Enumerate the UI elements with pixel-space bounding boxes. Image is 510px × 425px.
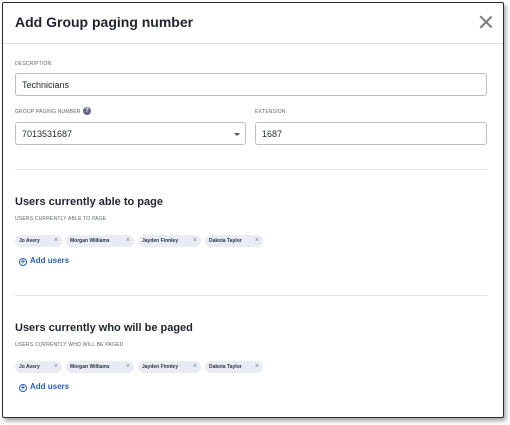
remove-user-icon[interactable]: ×	[193, 235, 197, 247]
extension-field[interactable]: 1687	[255, 122, 487, 145]
add-group-paging-dialog: Add Group paging number DESCRIPTION Tech…	[2, 2, 504, 418]
user-chip: Dakota Taylor ×	[205, 361, 263, 373]
plus-circle-icon: +	[19, 383, 27, 392]
group-paging-number-select[interactable]: 7013531687	[15, 122, 246, 145]
remove-user-icon[interactable]: ×	[54, 235, 58, 247]
user-chip: Jayden Finnley ×	[138, 235, 201, 247]
plus-circle-icon: +	[19, 257, 27, 266]
remove-user-icon[interactable]: ×	[54, 361, 58, 373]
user-chip-label: Morgan Williams	[70, 238, 110, 244]
section-able-to-page-title: Users currently able to page	[15, 196, 163, 208]
user-chip-label: Jo Avery	[19, 238, 40, 244]
user-chip: Jo Avery ×	[15, 361, 62, 373]
user-chip: Jayden Finnley ×	[138, 361, 201, 373]
section-divider	[15, 295, 487, 296]
section-will-be-paged-title: Users currently who will be paged	[15, 322, 193, 334]
close-icon[interactable]	[479, 15, 493, 29]
group-paging-number-label: GROUP PAGING NUMBER	[15, 109, 81, 115]
user-chip-label: Jayden Finnley	[142, 238, 179, 244]
user-chip: Dakota Taylor ×	[205, 235, 263, 247]
user-chip: Morgan Williams ×	[66, 361, 134, 373]
dialog-title: Add Group paging number	[15, 14, 194, 30]
section-able-to-page-sublabel: USERS CURRENTLY ABLE TO PAGE	[15, 216, 107, 222]
user-chip-label: Morgan Williams	[70, 364, 110, 370]
remove-user-icon[interactable]: ×	[126, 361, 130, 373]
add-users-label: Add users	[30, 382, 70, 391]
section-will-be-paged-sublabel: USERS CURRENTLY WHO WILL BE PAGED	[15, 342, 124, 348]
remove-user-icon[interactable]: ×	[255, 361, 259, 373]
user-chip-label: Dakota Taylor	[209, 238, 242, 244]
remove-user-icon[interactable]: ×	[126, 235, 130, 247]
description-field[interactable]: Technicians	[15, 73, 487, 96]
user-chip-label: Dakota Taylor	[209, 364, 242, 370]
help-icon[interactable]: ?	[83, 107, 91, 115]
add-users-button[interactable]: + Add users	[19, 382, 69, 392]
add-users-button[interactable]: + Add users	[19, 256, 69, 266]
user-chip-label: Jayden Finnley	[142, 364, 179, 370]
remove-user-icon[interactable]: ×	[255, 235, 259, 247]
remove-user-icon[interactable]: ×	[193, 361, 197, 373]
user-chip: Jo Avery ×	[15, 235, 62, 247]
extension-label: EXTENSION	[255, 109, 286, 115]
chevron-down-icon[interactable]	[234, 133, 240, 136]
section-divider	[15, 169, 487, 170]
user-chip-label: Jo Avery	[19, 364, 40, 370]
user-chip: Morgan Williams ×	[66, 235, 134, 247]
description-label: DESCRIPTION	[15, 61, 52, 67]
add-users-label: Add users	[30, 256, 70, 265]
dialog-header: Add Group paging number	[3, 3, 503, 44]
group-paging-number-value: 7013531687	[22, 129, 73, 139]
